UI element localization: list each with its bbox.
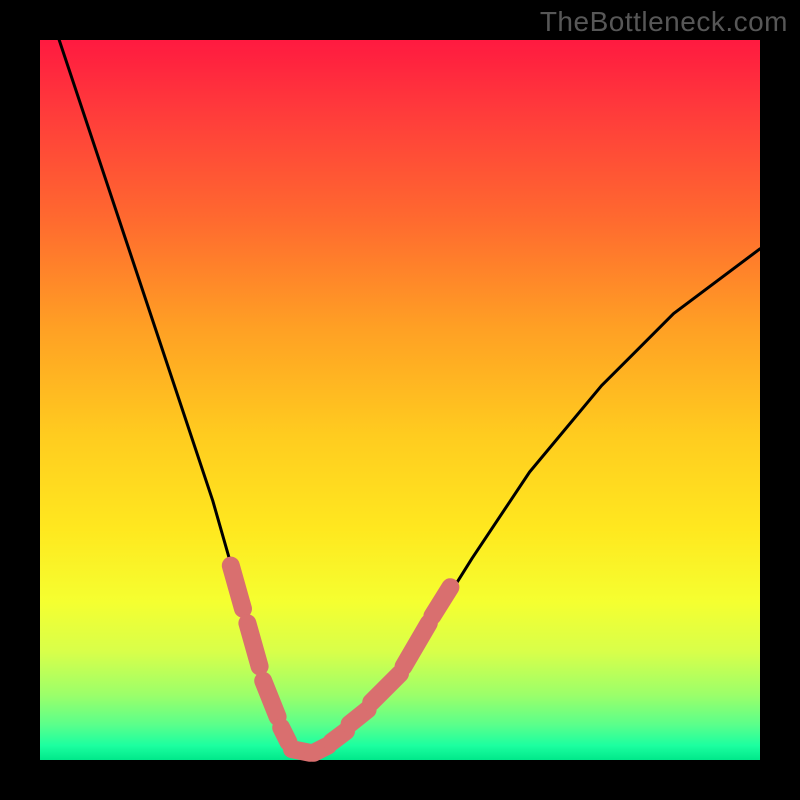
- chart-frame: TheBottleneck.com: [0, 0, 800, 800]
- highlight-segment: [350, 710, 368, 724]
- bottleneck-curve: [40, 0, 760, 753]
- highlight-segment: [281, 728, 288, 742]
- highlight-segment: [231, 566, 243, 609]
- highlight-segment: [247, 623, 259, 666]
- highlight-segment: [371, 674, 400, 703]
- watermark-text: TheBottleneck.com: [540, 6, 788, 38]
- highlight-segment: [404, 623, 429, 666]
- curve-layer: [40, 40, 760, 760]
- highlight-segment: [332, 731, 346, 742]
- highlight-segment: [263, 681, 277, 717]
- plot-area: [40, 40, 760, 760]
- highlight-segment: [432, 587, 450, 616]
